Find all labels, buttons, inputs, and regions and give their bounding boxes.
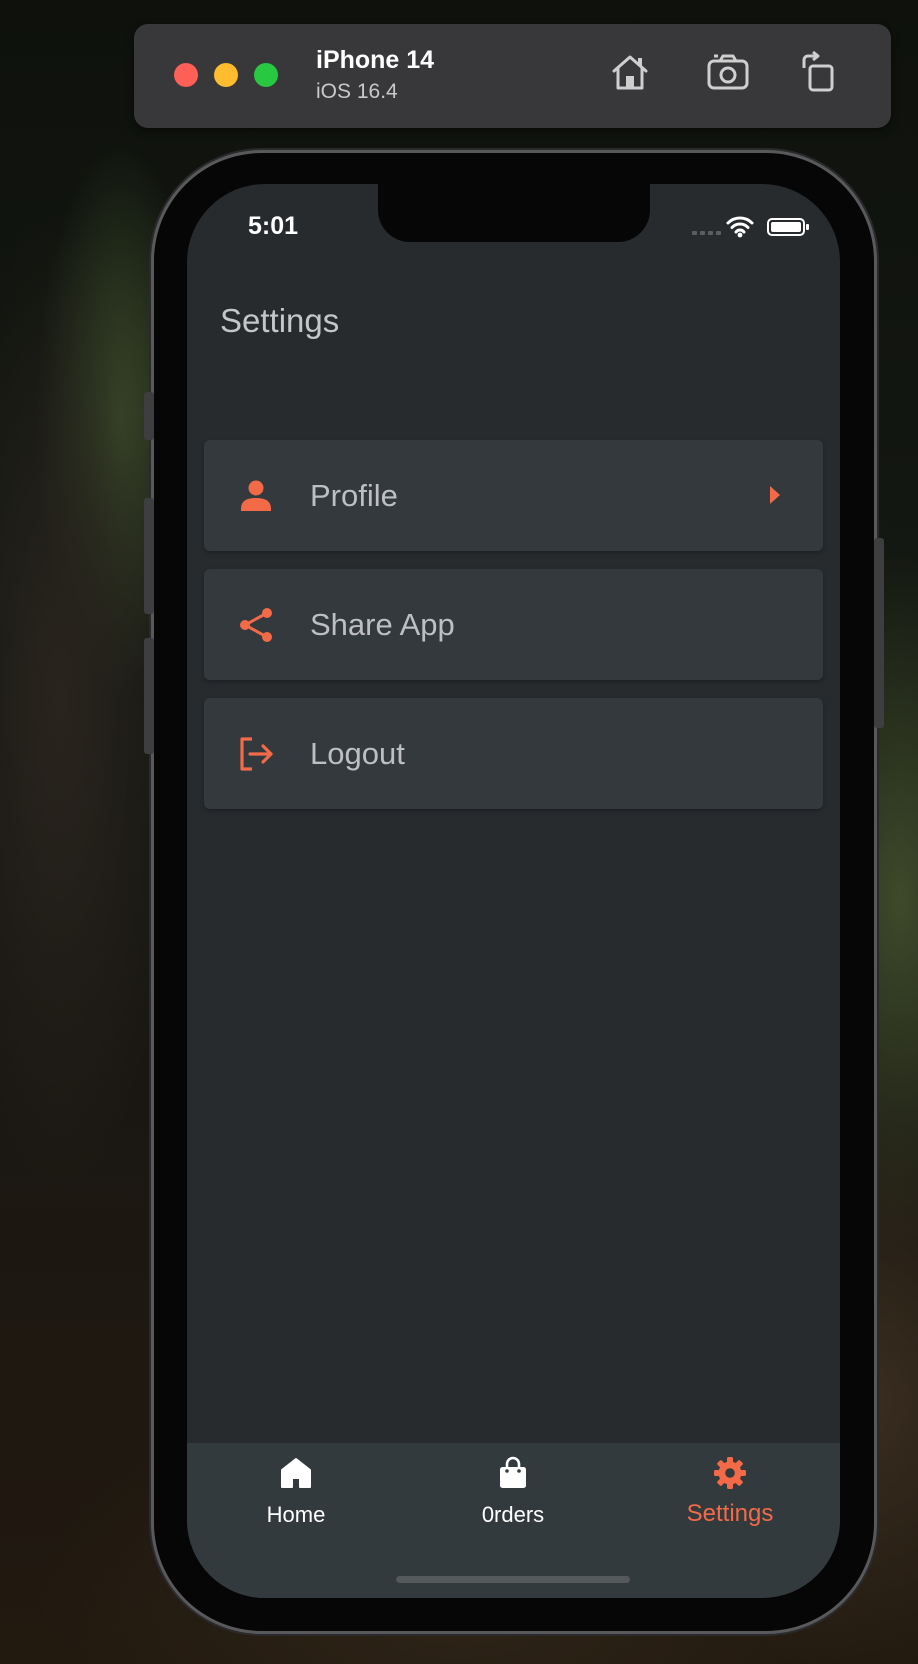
- share-icon: [240, 608, 272, 642]
- tab-label: Settings: [686, 1500, 774, 1527]
- signal-icon: [692, 231, 721, 235]
- person-icon: [241, 480, 271, 511]
- tab-orders[interactable]: 0rders: [423, 1456, 603, 1536]
- tab-settings[interactable]: Settings: [640, 1456, 820, 1536]
- close-window-button[interactable]: [174, 63, 198, 87]
- device-name: iPhone 14: [316, 46, 435, 74]
- volume-up-button: [144, 498, 154, 614]
- logout-icon: [240, 737, 273, 771]
- power-button: [874, 538, 884, 728]
- menu-item-label: Profile: [310, 478, 398, 513]
- wifi-icon: [726, 216, 754, 234]
- home-indicator: [396, 1576, 630, 1583]
- tab-label: 0rders: [481, 1502, 545, 1527]
- menu-item-logout[interactable]: Logout: [204, 698, 823, 809]
- volume-down-button: [144, 638, 154, 754]
- tab-label: Home: [266, 1502, 326, 1527]
- app-screen: [187, 184, 840, 1598]
- shopping-bag-icon: [500, 1456, 526, 1488]
- notch: [378, 184, 650, 242]
- home-icon[interactable]: [608, 50, 652, 94]
- minimize-window-button[interactable]: [214, 63, 238, 87]
- tab-home[interactable]: Home: [206, 1456, 386, 1536]
- menu-item-label: Logout: [310, 736, 405, 771]
- menu-item-label: Share App: [310, 607, 455, 642]
- zoom-window-button[interactable]: [254, 63, 278, 87]
- device-os-version: iOS 16.4: [316, 80, 398, 103]
- gear-icon: [714, 1457, 746, 1489]
- ring-silent-switch: [144, 392, 154, 440]
- rotate-icon[interactable]: [798, 50, 842, 94]
- home-icon: [281, 1458, 311, 1488]
- caret-right-icon: [770, 486, 780, 504]
- simulator-toolbar: [134, 24, 891, 128]
- screenshot-icon[interactable]: [706, 50, 750, 94]
- menu-item-profile[interactable]: Profile: [204, 440, 823, 551]
- page-title: Settings: [220, 302, 340, 339]
- status-icons: [692, 216, 809, 238]
- menu-item-share-app[interactable]: Share App: [204, 569, 823, 680]
- status-time: 5:01: [248, 212, 299, 240]
- battery-icon: [767, 218, 809, 236]
